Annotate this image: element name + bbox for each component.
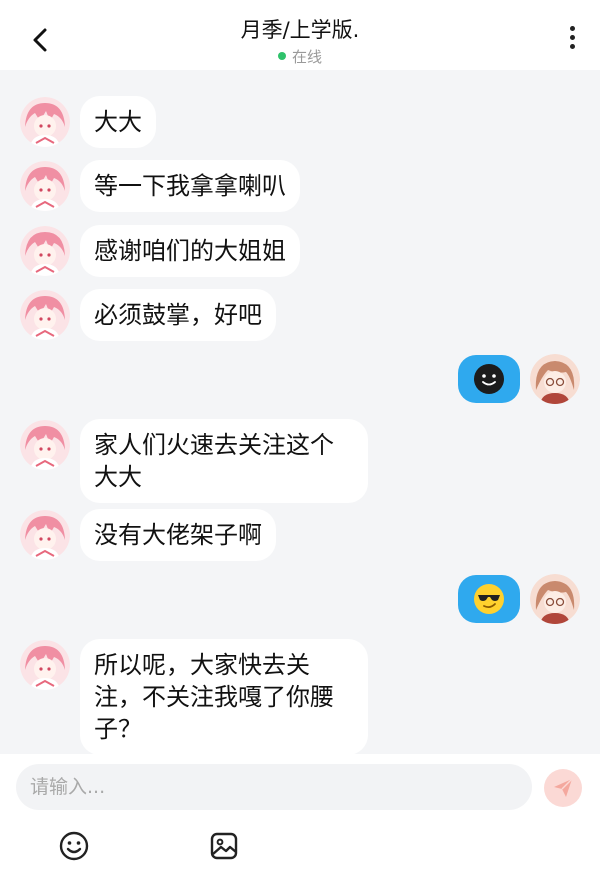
user-avatar[interactable]: [530, 354, 580, 404]
image-button[interactable]: [208, 830, 240, 862]
outgoing-emoji-bubble[interactable]: [458, 575, 520, 623]
vertical-dots-icon: [562, 26, 582, 49]
smiley-icon: [59, 831, 89, 861]
chat-header: 月季/上学版. 在线: [0, 0, 600, 70]
contact-avatar[interactable]: [20, 510, 70, 560]
contact-avatar[interactable]: [20, 161, 70, 211]
message-input[interactable]: [16, 764, 532, 810]
online-status-label: 在线: [291, 48, 322, 66]
online-dot-icon: [277, 52, 286, 60]
message-bubble[interactable]: 没有大佬架子啊: [80, 509, 276, 561]
message-bubble[interactable]: 必须鼓掌，好吧: [80, 289, 276, 341]
composer-bar: [0, 754, 600, 880]
outgoing-emoji-bubble[interactable]: [458, 355, 520, 403]
message-bubble[interactable]: 感谢咱们的大姐姐: [80, 225, 300, 277]
message-list[interactable]: … 大大 等一下我拿拿喇叭 感谢咱们的大姐姐 必须鼓掌，好吧: [0, 70, 600, 754]
paper-plane-icon: [554, 778, 573, 797]
contact-avatar[interactable]: [20, 97, 70, 147]
emoji-button[interactable]: [58, 830, 90, 862]
contact-avatar[interactable]: [20, 290, 70, 340]
message-bubble[interactable]: 家人们火速去关注这个大大: [80, 419, 368, 503]
contact-avatar[interactable]: [20, 640, 70, 690]
send-button[interactable]: [544, 769, 582, 807]
online-status: 在线: [0, 46, 600, 67]
sunglasses-emoji-icon: [474, 584, 504, 614]
user-avatar[interactable]: [530, 574, 580, 624]
message-bubble[interactable]: 大大: [80, 96, 156, 148]
black-smile-emoji-icon: [474, 364, 504, 394]
more-options-button[interactable]: [562, 26, 582, 54]
message-bubble[interactable]: 所以呢，大家快去关注，不关注我嘎了你腰子？: [80, 639, 368, 754]
contact-name: 月季/上学版.: [240, 18, 360, 42]
header-title-area: 月季/上学版. 在线: [0, 14, 600, 67]
image-icon: [210, 832, 238, 860]
message-bubble[interactable]: 等一下我拿拿喇叭: [80, 160, 300, 212]
contact-avatar[interactable]: [20, 420, 70, 470]
contact-avatar[interactable]: [20, 226, 70, 276]
